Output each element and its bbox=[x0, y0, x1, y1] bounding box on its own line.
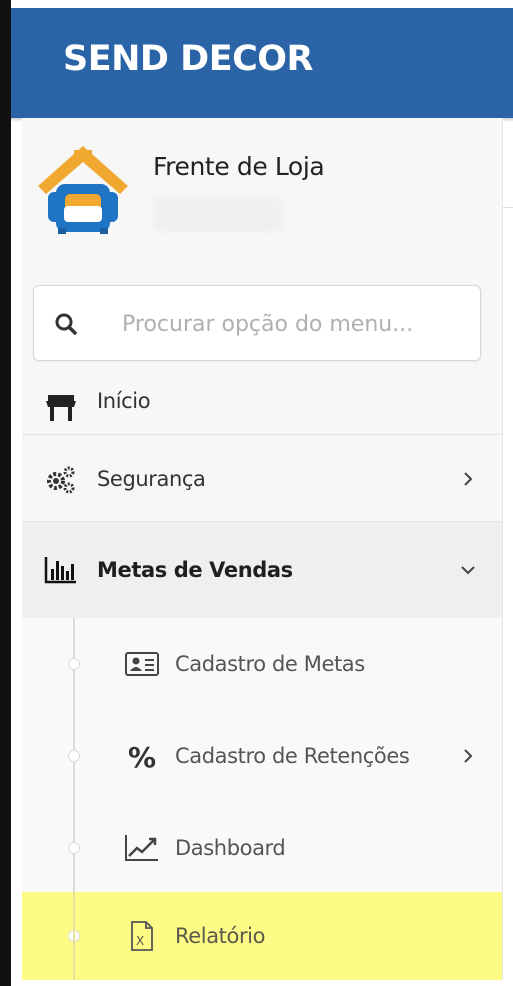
submenu-item-label: Dashboard bbox=[175, 836, 286, 860]
submenu-item-cadastro-de-metas[interactable]: Cadastro de Metas bbox=[22, 618, 502, 710]
submenu-metas-de-vendas: Cadastro de Metas % Cadastro de Retençõe… bbox=[22, 618, 502, 980]
search-icon bbox=[54, 312, 78, 336]
svg-text:X: X bbox=[136, 934, 144, 948]
submenu-item-label: Cadastro de Metas bbox=[175, 652, 365, 676]
sidebar-item-metas-de-vendas[interactable]: Metas de Vendas bbox=[22, 522, 502, 618]
id-card-icon bbox=[124, 649, 160, 679]
store-subtitle-redacted bbox=[153, 198, 281, 232]
svg-text:%: % bbox=[128, 741, 156, 771]
window-edge bbox=[0, 0, 11, 986]
store-icon bbox=[44, 393, 78, 423]
gears-icon bbox=[44, 464, 78, 494]
menu-search-box bbox=[33, 285, 481, 361]
sidebar-item-label: Metas de Vendas bbox=[97, 558, 293, 582]
excel-file-icon: X bbox=[124, 921, 160, 951]
submenu-timeline-highlight bbox=[73, 892, 75, 980]
timeline-dot bbox=[68, 842, 80, 854]
submenu-item-relatorio[interactable]: X Relatório bbox=[22, 892, 502, 980]
store-name: Frente de Loja bbox=[153, 152, 325, 181]
brand-title[interactable]: SEND DECOR bbox=[63, 39, 314, 79]
timeline-dot bbox=[68, 658, 80, 670]
timeline-dot bbox=[68, 750, 80, 762]
submenu-item-dashboard[interactable]: Dashboard bbox=[22, 802, 502, 894]
chevron-right-icon bbox=[461, 749, 475, 763]
content-divider bbox=[503, 207, 513, 208]
sidebar-item-label: Início bbox=[97, 389, 151, 413]
bar-chart-icon bbox=[44, 555, 78, 585]
armchair-house-logo bbox=[34, 142, 132, 236]
sidebar: Frente de Loja Início Segurança Metas de… bbox=[22, 118, 503, 980]
chevron-down-icon bbox=[461, 563, 475, 577]
top-header: SEND DECOR bbox=[11, 8, 513, 118]
percent-icon: % bbox=[124, 741, 160, 774]
submenu-item-label: Relatório bbox=[175, 924, 266, 948]
chevron-right-icon bbox=[461, 471, 475, 486]
submenu-item-cadastro-de-retencoes[interactable]: % Cadastro de Retenções bbox=[22, 710, 502, 802]
search-input[interactable] bbox=[122, 304, 462, 344]
line-chart-icon bbox=[124, 833, 160, 863]
sidebar-item-seguranca[interactable]: Segurança bbox=[22, 436, 502, 522]
sidebar-item-label: Segurança bbox=[97, 466, 206, 491]
submenu-item-label: Cadastro de Retenções bbox=[175, 744, 410, 768]
